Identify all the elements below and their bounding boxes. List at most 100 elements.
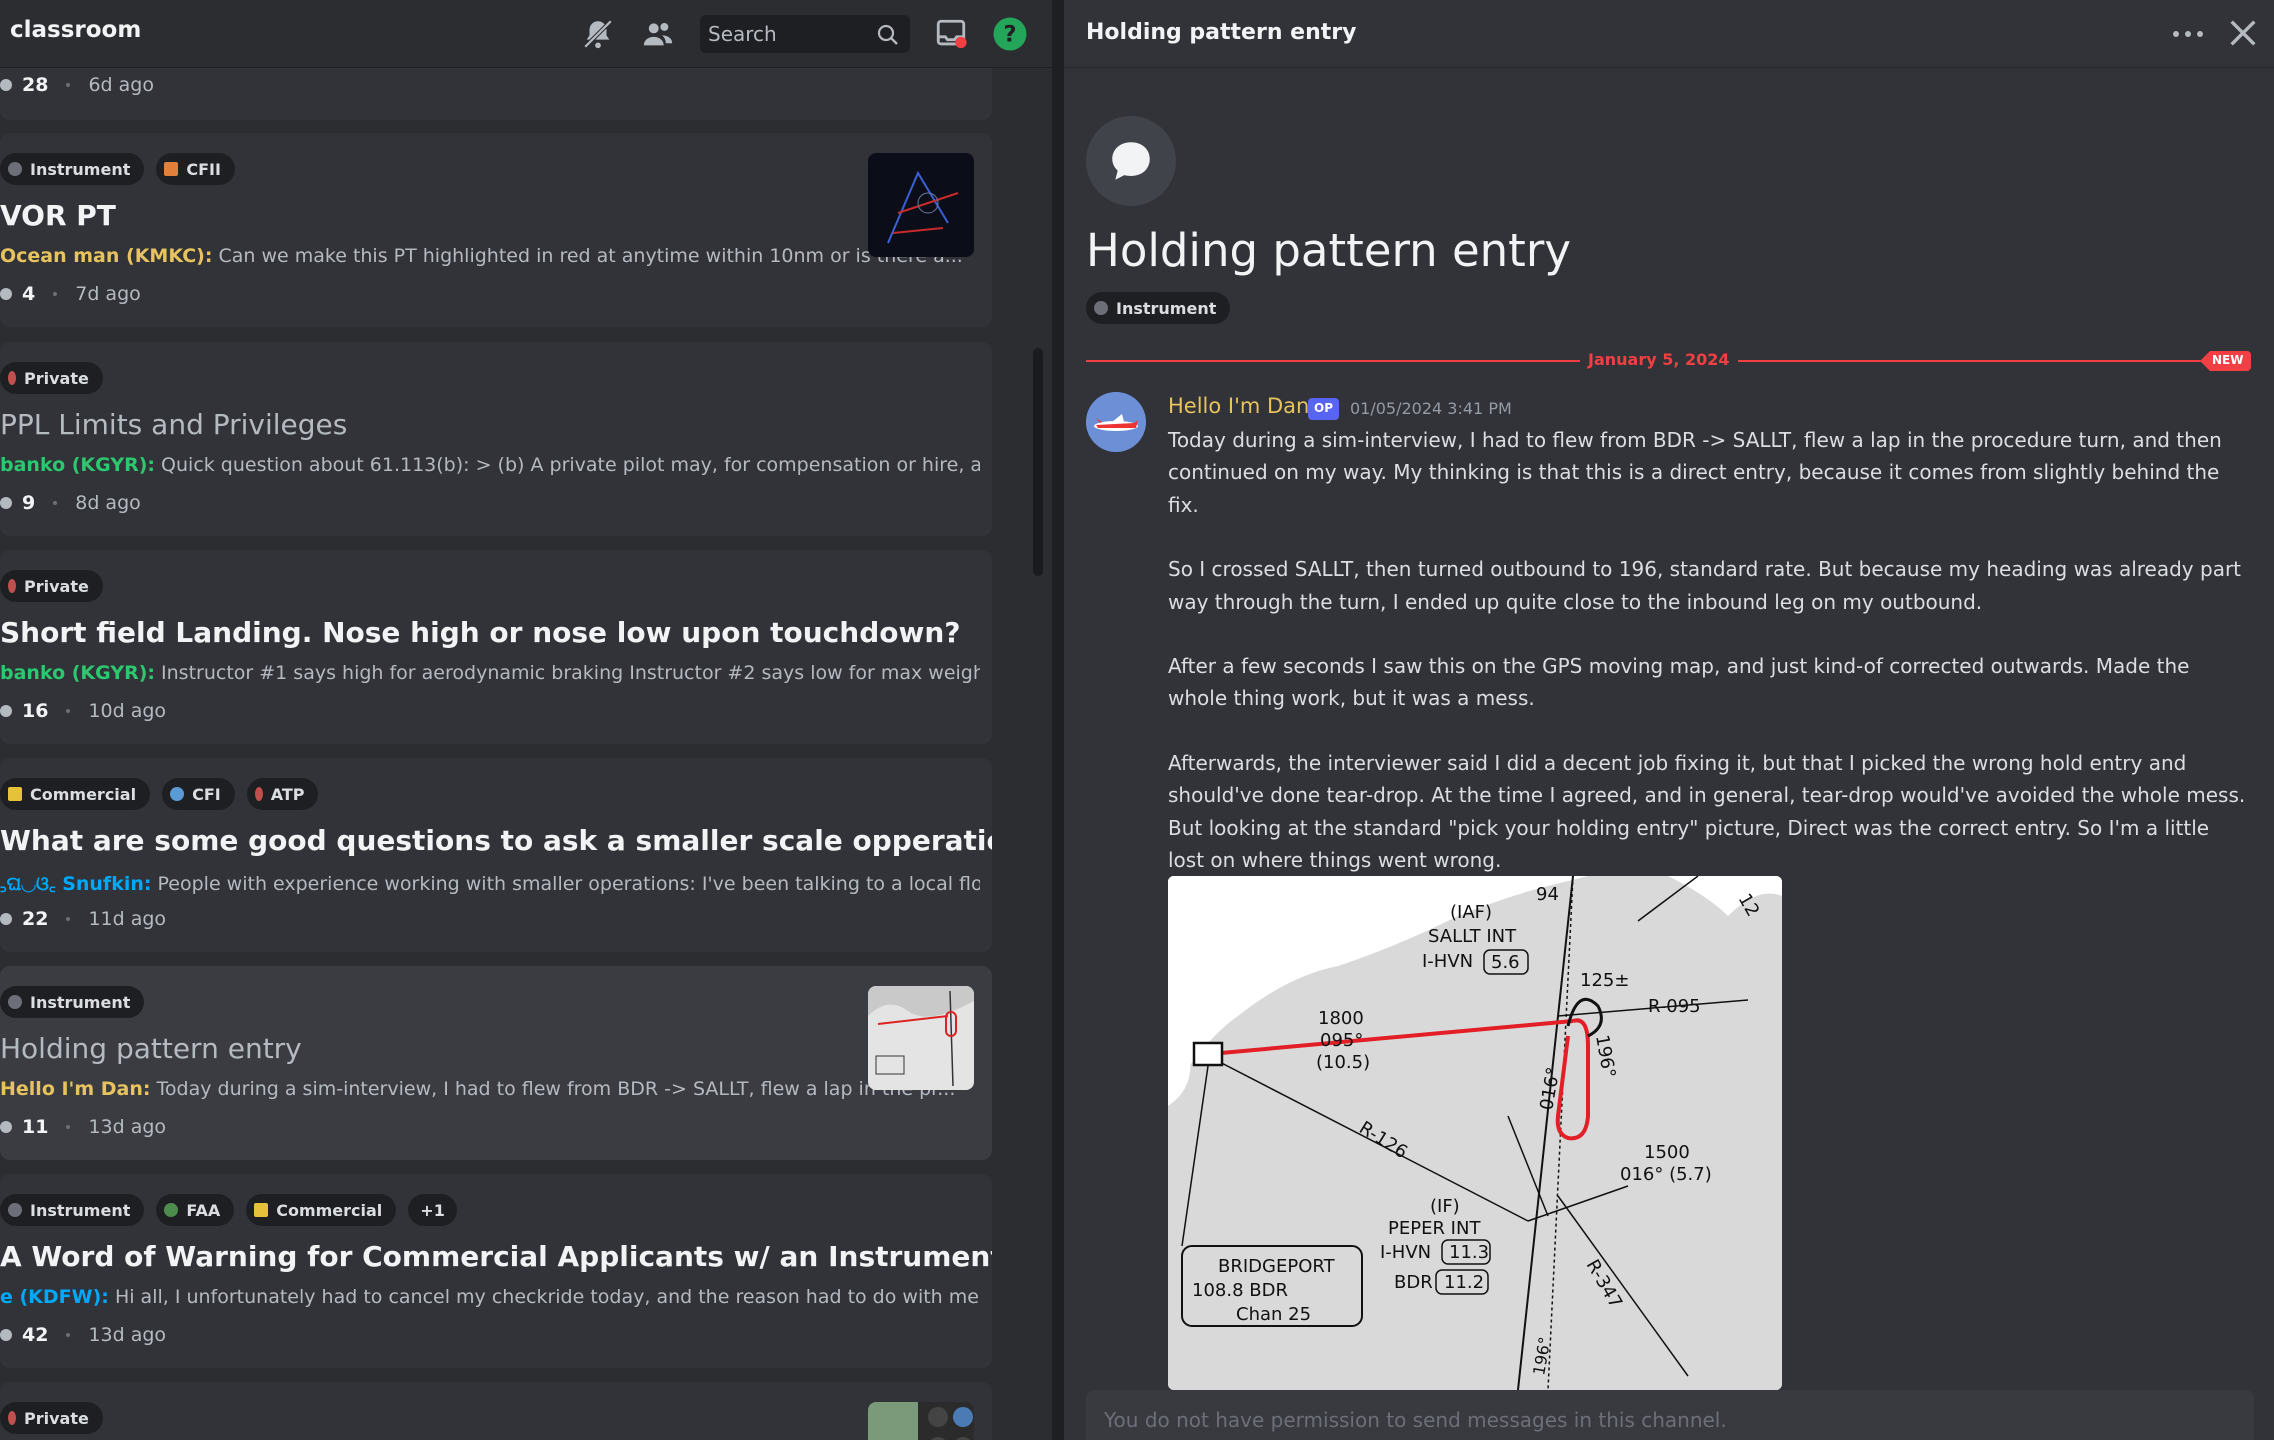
tag-cfi: CFI [162,778,235,810]
date-divider-label: January 5, 2024 [1580,350,1738,369]
message-count-icon [0,79,12,91]
cfi-icon [170,787,185,801]
post-meta: 11 13d ago [0,1116,166,1138]
chart-label-alt3: 1500 [1644,1142,1690,1163]
meta-separator [66,917,71,921]
thread-tag-instrument: Instrument [1086,292,1231,324]
tag-commercial: Commercial [246,1194,397,1226]
chart-label-if: (IF) [1430,1196,1460,1217]
more-options-icon[interactable] [2170,18,2206,54]
composer-permission-text: You do not have permission to send messa… [1104,1408,1727,1432]
post-age: 6d ago [88,74,154,96]
forum-post-card[interactable]: Instrument CFII VOR PT Ocean man (KMKC):… [0,133,992,327]
post-author: ꜆ଘ◡ଓ꜀ Snufkin: [0,873,152,895]
inbox-icon[interactable] [931,14,971,54]
message-count: 4 [22,283,36,305]
message-count-icon [0,497,12,509]
chart-label-bdr-box: 11.2 [1444,1272,1484,1293]
post-author: Ocean man (KMKC): [0,245,213,267]
post-title: VOR PT [0,199,116,232]
tag-atp: ATP [246,778,319,810]
search-box[interactable] [700,15,910,53]
instrument-icon [8,995,22,1009]
close-icon[interactable] [2226,16,2260,54]
tag-cfii: CFII [156,153,235,185]
post-meta: 4 7d ago [0,283,141,305]
chart-label-leg3: 016° (5.7) [1620,1164,1712,1185]
chart-label-peper: PEPER INT [1388,1218,1481,1239]
forum-post-card[interactable]: Instrument FAA Commercial +1 A Word of W… [0,1174,992,1368]
chart-label-ihvn-bot: I-HVN [1380,1242,1431,1263]
post-title: Short field Landing. Nose high or nose l… [0,616,961,649]
post-tags: Private [0,1402,103,1434]
message-count: 22 [22,908,49,930]
message-count: 9 [22,492,36,514]
thread-header: Holding pattern entry [1064,0,2274,68]
thread-header-title: Holding pattern entry [1086,20,1357,45]
post-age: 8d ago [75,492,141,514]
meta-separator [66,1125,71,1129]
message-count-icon [0,913,12,925]
tag-instrument: Instrument [0,1194,145,1226]
post-age: 10d ago [88,700,167,722]
post-title: PPL Limits and Privileges [0,408,348,441]
post-meta: 42 13d ago [0,1324,166,1346]
tag-private: Private [0,570,103,602]
post-tags: Private [0,570,103,602]
post-tags: Instrument FAA Commercial +1 [0,1194,457,1226]
faa-icon [164,1203,179,1217]
instrument-icon [8,162,22,176]
forum-post-list-pane: classroom ? 28 6d ago I [0,0,1052,1440]
scrollbar[interactable] [1033,348,1043,576]
avatar[interactable] [1086,392,1146,452]
commercial-icon [254,1203,269,1217]
channel-header: classroom ? [0,0,1052,68]
forum-post-card-selected[interactable]: Instrument Holding pattern entry Hello I… [0,966,992,1160]
forum-post-card[interactable]: Private [0,1382,992,1440]
forum-post-card[interactable]: Private PPL Limits and Privileges banko … [0,342,992,536]
message-count-icon [0,1329,12,1341]
new-badge: NEW [2200,351,2252,371]
post-title: What are some good questions to ask a sm… [0,824,992,857]
instrument-icon [1094,301,1108,315]
op-badge: OP [1308,398,1339,420]
forum-post-card[interactable]: Commercial CFI ATP What are some good qu… [0,758,992,952]
post-meta: 16 10d ago [0,700,166,722]
tag-instrument: Instrument [0,153,145,185]
meta-separator [53,501,58,505]
notifications-muted-icon[interactable] [578,14,618,54]
tag-faa: FAA [156,1194,235,1226]
instrument-icon [8,1203,22,1217]
tag-instrument: Instrument [0,986,145,1018]
search-icon[interactable] [876,23,900,51]
search-input[interactable] [700,15,870,53]
post-author: banko (KGYR): [0,662,155,684]
meta-separator [66,83,71,87]
post-preview: ꜆ଘ◡ଓ꜀ Snufkin: People with experience wo… [0,873,980,895]
message-author[interactable]: Hello I'm Dan [1168,394,1309,418]
approach-chart-image[interactable]: (IAF) SALLT INT I-HVN 5.6 1800 095° (10.… [1168,876,1782,1390]
forum-post-card[interactable]: Private Short field Landing. Nose high o… [0,550,992,744]
post-title: A Word of Warning for Commercial Applica… [0,1240,992,1273]
meta-separator [66,709,71,713]
message-body: Today during a sim-interview, I had to f… [1168,424,2248,908]
tag-private: Private [0,1402,103,1434]
post-tags: Instrument [0,986,145,1018]
members-icon[interactable] [638,14,678,54]
chart-label-sallt: SALLT INT [1428,926,1517,947]
help-icon[interactable]: ? [990,14,1030,54]
post-title: Holding pattern entry [0,1032,302,1065]
meta-separator [66,1333,71,1337]
post-preview: banko (KGYR): Quick question about 61.11… [0,454,980,476]
post-preview: banko (KGYR): Instructor #1 says high fo… [0,662,980,684]
chart-label-iaf: (IAF) [1450,902,1492,923]
chart-label-dist1: (10.5) [1316,1052,1370,1073]
message-count: 28 [22,74,49,96]
pane-divider[interactable] [1052,0,1064,1440]
post-meta: 9 8d ago [0,492,141,514]
tag-commercial: Commercial [0,778,151,810]
post-age: 7d ago [75,283,141,305]
chart-label-hdg1: 095° [1320,1030,1363,1051]
svg-text:?: ? [1003,22,1016,48]
thread-view-pane: Holding pattern entry Holding pattern en… [1064,0,2274,1440]
